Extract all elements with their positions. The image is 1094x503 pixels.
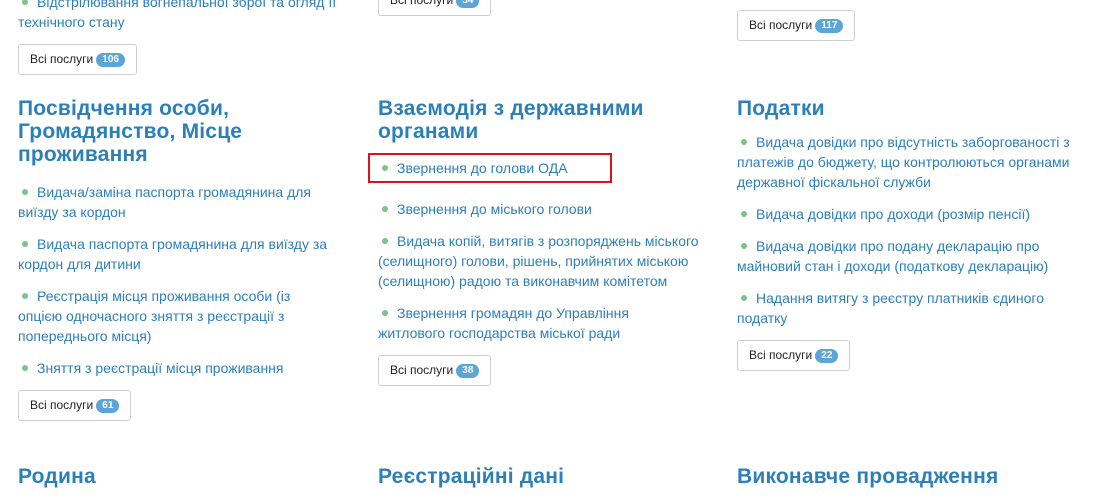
all-services-button[interactable]: Всі послуги 54	[378, 0, 492, 16]
service-label: Видача довідки про доходи (розмір пенсії…	[756, 206, 1030, 222]
all-services-button[interactable]: Всі послуги 117	[737, 10, 856, 41]
service-link[interactable]: Реєстрація місця проживання особи (із оп…	[18, 286, 318, 346]
bullet-icon	[382, 310, 388, 317]
service-label: Звернення громадян до Управління житлово…	[378, 305, 629, 341]
category-title[interactable]: Виконавче провадження	[737, 465, 1077, 488]
bullet-icon	[382, 165, 388, 172]
service-label: Видача копій, витягів з розпоряджень міс…	[378, 233, 699, 289]
category-title[interactable]: Посвідчення особи, Громадянство, Місце п…	[18, 97, 318, 166]
service-link[interactable]: Звернення до міського голови	[378, 199, 718, 219]
bullet-icon	[741, 211, 747, 218]
category-registration: Реєстраційні дані	[378, 465, 718, 500]
category-title[interactable]: Родина	[18, 465, 358, 488]
service-count-badge: 117	[815, 19, 844, 33]
all-services-button[interactable]: Всі послуги 22	[737, 340, 851, 371]
service-label: Звернення до міського голови	[397, 201, 592, 217]
service-link-highlighted[interactable]: Звернення до голови ОДА	[368, 153, 612, 183]
service-label: Реєстрація місця проживання особи (із оп…	[18, 288, 291, 344]
service-count-badge: 106	[96, 53, 125, 67]
category-enforcement: Виконавче провадження	[737, 465, 1077, 500]
all-services-label: Всі послуги	[749, 348, 813, 362]
category-title[interactable]: Реєстраційні дані	[378, 465, 718, 488]
service-count-badge: 38	[456, 364, 480, 378]
bullet-icon	[382, 238, 388, 245]
service-label: Зняття з реєстрації місця проживання	[37, 360, 284, 376]
category-taxes: Податки Видача довідки про відсутність з…	[737, 97, 1077, 371]
service-link[interactable]: Видача довідки про подану декларацію про…	[737, 236, 1072, 276]
all-services-button[interactable]: Всі послуги 106	[18, 44, 137, 75]
service-label: Видача довідки про відсутність заборгова…	[737, 134, 1070, 190]
category-family: Родина	[18, 465, 358, 500]
category-government: Взаємодія з державними органами Зверненн…	[368, 97, 718, 386]
service-link[interactable]: Звернення громадян до Управління житлово…	[378, 303, 668, 343]
all-services-label: Всі послуги	[390, 0, 454, 7]
bullet-icon	[741, 139, 747, 146]
bullet-icon	[22, 189, 28, 196]
all-services-label: Всі послуги	[749, 18, 813, 32]
category-title[interactable]: Податки	[737, 97, 1077, 120]
service-link[interactable]: Відстрілювання вогнепальної зброї та огл…	[18, 0, 338, 32]
service-label: Відстрілювання вогнепальної зброї та огл…	[18, 0, 337, 30]
bullet-icon	[22, 293, 28, 300]
service-count-badge: 22	[815, 349, 839, 363]
service-link[interactable]: Видача/заміна паспорта громадянина для в…	[18, 182, 348, 222]
service-count-badge: 61	[96, 399, 120, 413]
service-label: Видача довідки про подану декларацію про…	[737, 238, 1049, 274]
bullet-icon	[382, 206, 388, 213]
service-link[interactable]: Надання витягу з реєстру платників єдино…	[737, 288, 1072, 328]
all-services-label: Всі послуги	[30, 52, 94, 66]
all-services-button[interactable]: Всі послуги 61	[18, 390, 132, 421]
bullet-icon	[741, 295, 747, 302]
all-services-label: Всі послуги	[390, 363, 454, 377]
bullet-icon	[741, 243, 747, 250]
service-link[interactable]: Видача копій, витягів з розпоряджень міс…	[378, 231, 713, 291]
service-link[interactable]: Видача довідки про доходи (розмір пенсії…	[737, 204, 1072, 224]
bullet-icon	[22, 0, 28, 6]
category-identity: Посвідчення особи, Громадянство, Місце п…	[18, 97, 358, 421]
category-partial-top: Всі послуги 117	[737, 10, 1077, 41]
category-weapons-partial: Відстрілювання вогнепальної зброї та огл…	[18, 0, 358, 75]
bullet-icon	[22, 241, 28, 248]
service-label: Звернення до голови ОДА	[397, 160, 568, 176]
service-label: Видача паспорта громадянина для виїзду з…	[18, 236, 328, 272]
service-label: Видача/заміна паспорта громадянина для в…	[18, 184, 311, 220]
all-services-button[interactable]: Всі послуги 38	[378, 355, 492, 386]
service-link[interactable]: Зняття з реєстрації місця проживання	[18, 358, 348, 378]
service-link[interactable]: Видача паспорта громадянина для виїзду з…	[18, 234, 358, 274]
all-services-label: Всі послуги	[30, 398, 94, 412]
category-title[interactable]: Взаємодія з державними органами	[378, 97, 678, 143]
bullet-icon	[22, 365, 28, 372]
service-link[interactable]: Видача довідки про відсутність заборгова…	[737, 132, 1072, 192]
service-count-badge: 54	[456, 0, 480, 8]
service-label: Надання витягу з реєстру платників єдино…	[737, 290, 1044, 326]
category-partial-top: Всі послуги 54	[378, 0, 718, 16]
